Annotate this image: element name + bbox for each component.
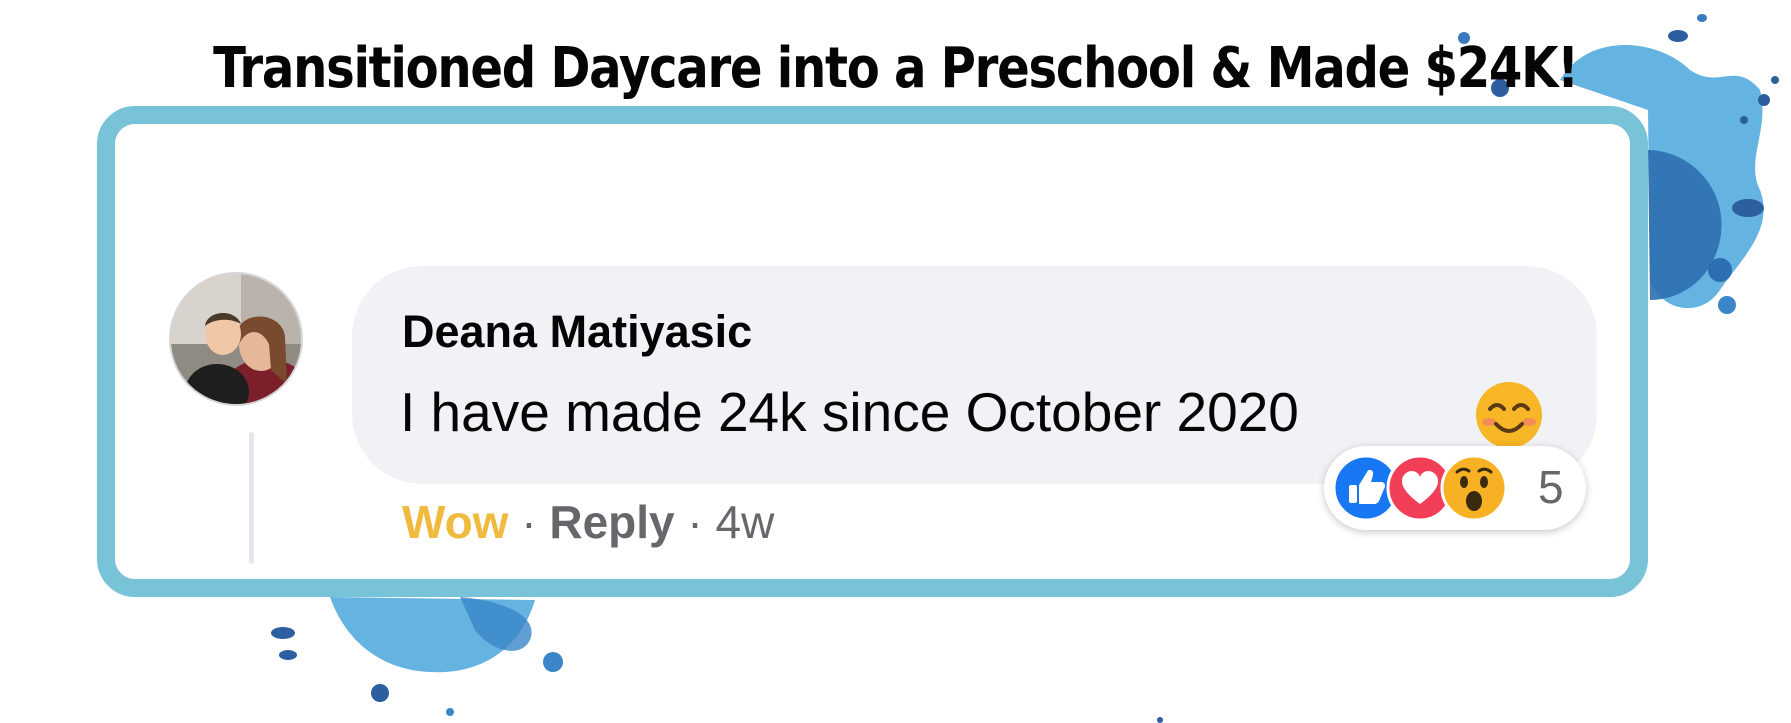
wow-reaction-button[interactable]: Wow — [402, 496, 508, 548]
reaction-count: 5 — [1538, 461, 1564, 513]
comment-text: I have made 24k since October 2020 — [400, 381, 1299, 443]
action-separator: · — [687, 496, 716, 548]
thread-line — [249, 432, 254, 564]
reactions-summary[interactable]: 5 — [1324, 446, 1586, 530]
comment-author-name[interactable]: Deana Matiyasic — [402, 306, 752, 358]
smiling-face-icon — [1476, 382, 1542, 448]
action-separator: · — [521, 496, 550, 548]
reply-button[interactable]: Reply — [549, 496, 674, 548]
headline-title: Transitioned Daycare into a Preschool & … — [213, 36, 1579, 101]
comment-age[interactable]: 4w — [716, 496, 775, 548]
comment-actions: Wow · Reply · 4w — [402, 495, 774, 549]
avatar[interactable] — [169, 272, 303, 406]
wow-icon — [1440, 454, 1508, 522]
avatar-photo-icon — [171, 274, 301, 404]
